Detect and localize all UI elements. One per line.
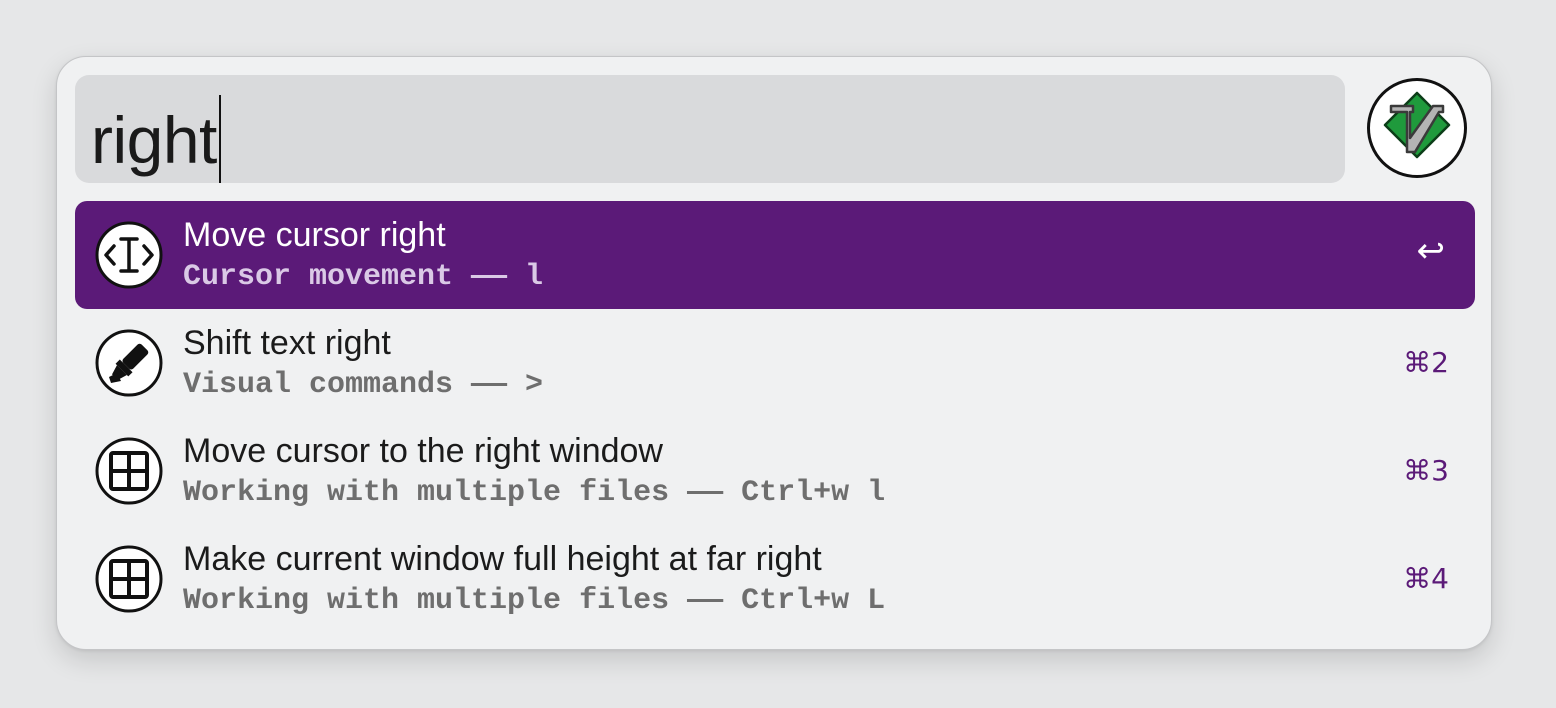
text-caret — [218, 95, 221, 183]
text-cursor-icon — [95, 221, 163, 289]
result-subtitle: Working with multiple files —— Ctrl+w L — [183, 584, 886, 618]
result-title: Make current window full height at far r… — [183, 540, 822, 578]
result-subtitle: Cursor movement —— l — [183, 260, 544, 294]
result-row-shift-text-right[interactable]: Shift text right Visual commands —— > ⌘2 — [75, 309, 1475, 417]
search-query: right — [91, 103, 217, 177]
return-key-icon: ↩ — [1416, 231, 1446, 271]
search-input[interactable]: right — [91, 95, 221, 183]
launcher-window: right Move cursor right Cursor movement — [56, 56, 1492, 650]
vim-logo-icon — [1367, 78, 1467, 178]
window-grid-icon — [95, 437, 163, 505]
results-list: Move cursor right Cursor movement —— l ↩… — [75, 201, 1475, 633]
result-subtitle: Working with multiple files —— Ctrl+w l — [183, 476, 886, 510]
shortcut-label: ⌘2 — [1403, 346, 1449, 379]
shortcut-label: ⌘4 — [1403, 562, 1449, 595]
result-row-move-cursor-right-window[interactable]: Move cursor to the right window Working … — [75, 417, 1475, 525]
shortcut-label: ⌘3 — [1403, 454, 1449, 487]
result-title: Move cursor right — [183, 216, 446, 254]
result-row-window-full-height-far-right[interactable]: Make current window full height at far r… — [75, 525, 1475, 633]
result-row-move-cursor-right[interactable]: Move cursor right Cursor movement —— l ↩ — [75, 201, 1475, 309]
highlighter-icon — [95, 329, 163, 397]
search-field[interactable]: right — [75, 75, 1345, 183]
result-title: Move cursor to the right window — [183, 432, 663, 470]
result-title: Shift text right — [183, 324, 391, 362]
result-subtitle: Visual commands —— > — [183, 368, 544, 402]
window-grid-icon — [95, 545, 163, 613]
